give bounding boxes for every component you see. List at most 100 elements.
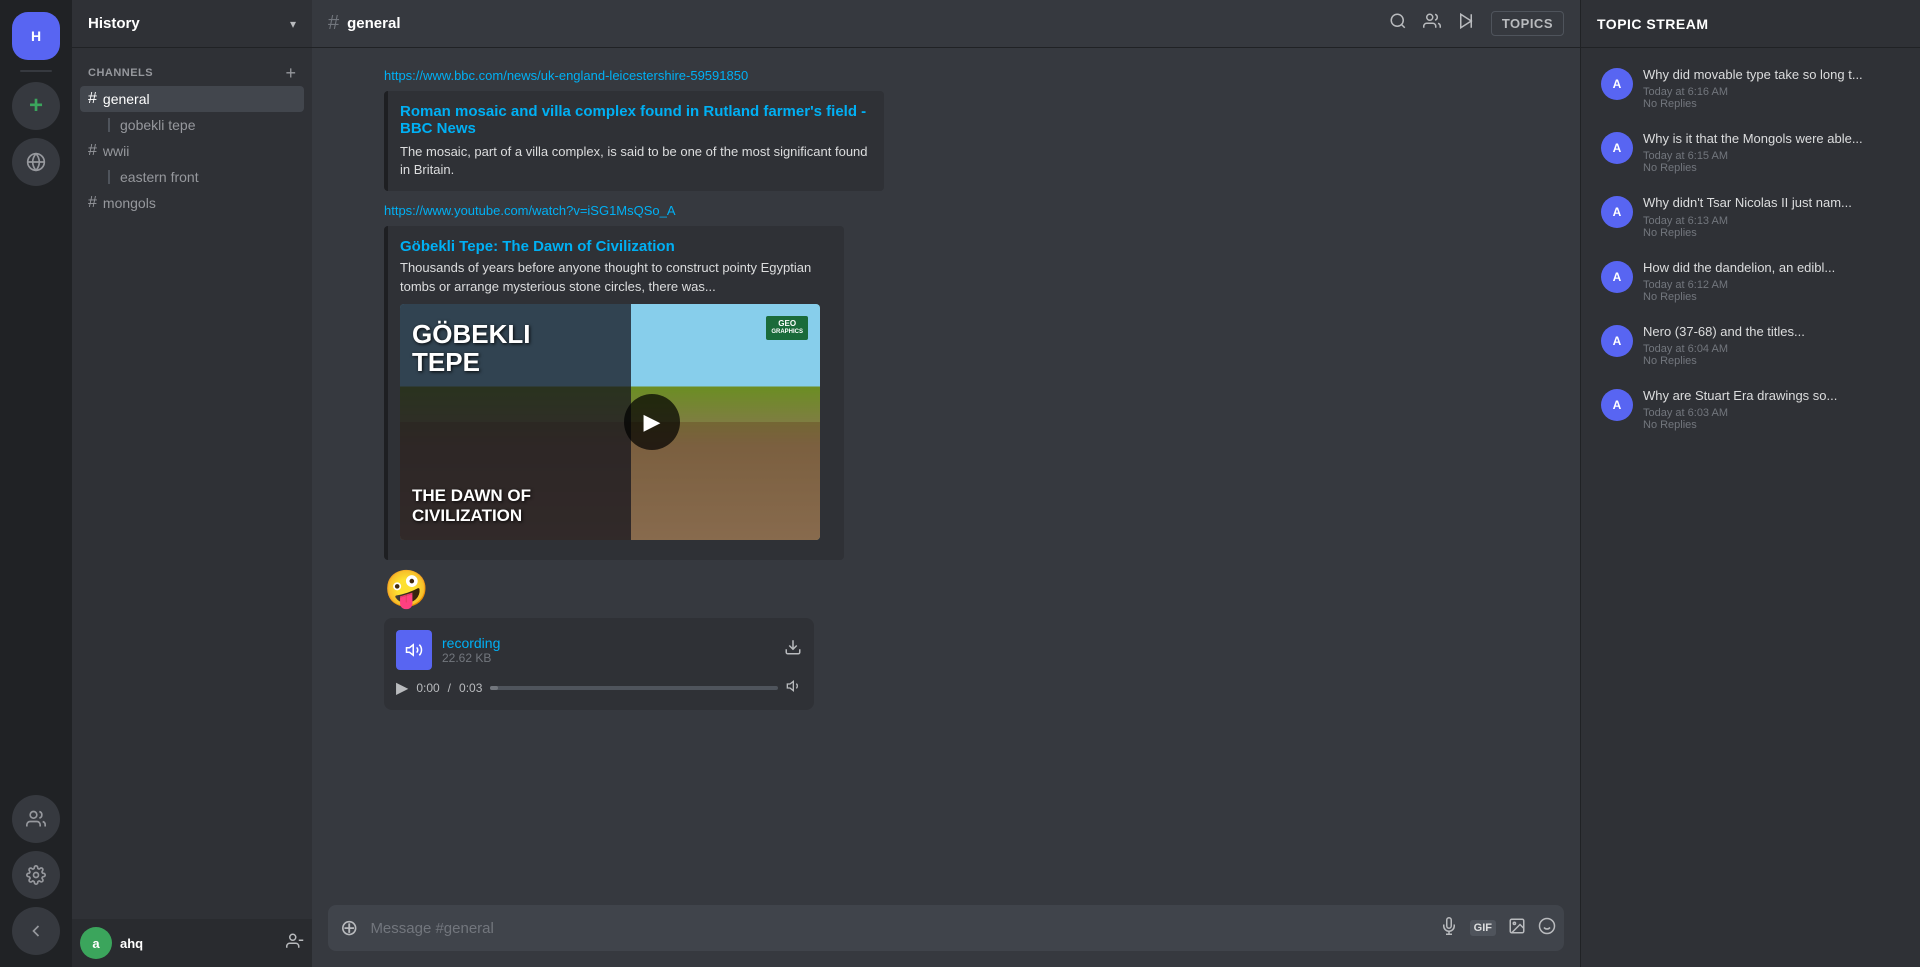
topic-question: Why are Stuart Era drawings so... — [1643, 387, 1900, 405]
topic-avatar: A — [1601, 68, 1633, 100]
topic-question: Why is it that the Mongols were able... — [1643, 130, 1900, 148]
server-title: History — [88, 15, 140, 32]
geo-badge-line2: GRAPHICS — [771, 329, 803, 337]
audio-controls: ▶ 0:00 / 0:03 — [396, 678, 802, 698]
topic-panel-header: TOPIC STREAM — [1581, 0, 1920, 48]
members-icon[interactable] — [1423, 12, 1441, 35]
video-title[interactable]: Göbekli Tepe: The Dawn of Civilization — [400, 238, 832, 255]
audio-file-icon — [396, 630, 432, 670]
user-avatar: a — [80, 927, 112, 959]
play-button[interactable]: ▶ — [624, 394, 680, 450]
audio-info: recording 22.62 KB — [442, 635, 774, 665]
channel-item-wwii[interactable]: # wwii — [80, 138, 304, 164]
topic-content: Why did movable type take so long t... T… — [1643, 66, 1900, 110]
thread-name-gobekli-tepe: gobekli tepe — [120, 117, 196, 133]
main-header: # general — [312, 0, 1580, 48]
sidebar: History ▾ CHANNELS + # general gobekli t… — [72, 0, 312, 967]
channel-name-mongols: mongols — [103, 195, 156, 211]
add-channel-button[interactable]: + — [285, 64, 296, 82]
video-subtitle-area: THE DAWN OF CIVILIZATION — [412, 486, 531, 526]
channels-section-header: CHANNELS + — [80, 64, 304, 82]
server-header[interactable]: History ▾ — [72, 0, 312, 48]
message-content: https://www.bbc.com/news/uk-england-leic… — [384, 68, 1564, 718]
gif-button[interactable]: GIF — [1470, 920, 1496, 936]
add-server-button[interactable]: + — [12, 82, 60, 130]
thread-name-eastern-front: eastern front — [120, 169, 199, 185]
add-attachment-button[interactable]: ⊕ — [336, 905, 362, 951]
topic-item[interactable]: A Why is it that the Mongols were able..… — [1585, 120, 1916, 184]
topic-meta: Today at 6:13 AM — [1643, 215, 1900, 227]
explore-icon[interactable] — [12, 138, 60, 186]
video-thumbnail[interactable]: GÖBEKLI TEPE THE DAWN OF CIVILIZATION ▶ — [400, 304, 820, 540]
thread-item-eastern-front[interactable]: eastern front — [80, 165, 304, 189]
audio-download-icon[interactable] — [784, 638, 802, 661]
topic-replies: No Replies — [1643, 355, 1900, 367]
topic-avatar: A — [1601, 325, 1633, 357]
topic-meta: Today at 6:15 AM — [1643, 150, 1900, 162]
video-title-line1: GÖBEKLI — [412, 320, 619, 349]
hash-icon: # — [88, 90, 97, 108]
message-input[interactable] — [370, 909, 1431, 948]
topics-button[interactable]: TOPICS — [1491, 11, 1564, 36]
thread-item-gobekli-tepe[interactable]: gobekli tepe — [80, 113, 304, 137]
topic-content: Why didn't Tsar Nicolas II just nam... T… — [1643, 194, 1900, 238]
sidebar-footer: a ahq — [72, 919, 312, 967]
server-icon-history[interactable]: H — [12, 12, 60, 60]
topic-question: Why did movable type take so long t... — [1643, 66, 1900, 84]
channels-section: CHANNELS + # general gobekli tepe # wwii… — [72, 48, 312, 221]
video-thumbnail-image: GÖBEKLI TEPE THE DAWN OF CIVILIZATION ▶ — [400, 304, 820, 540]
topic-avatar: A — [1601, 132, 1633, 164]
audio-progress-bar[interactable] — [490, 686, 778, 690]
audio-size: 22.62 KB — [442, 651, 774, 665]
chat-input-icons: GIF — [1440, 917, 1556, 940]
topic-replies: No Replies — [1643, 291, 1900, 303]
audio-volume-icon[interactable] — [786, 678, 802, 697]
topic-meta: Today at 6:16 AM — [1643, 86, 1900, 98]
channels-section-label: CHANNELS — [88, 67, 153, 79]
topic-stream-list: A Why did movable type take so long t...… — [1581, 48, 1920, 967]
geo-badge: GEO GRAPHICS — [766, 316, 808, 340]
icon-bar-divider — [20, 70, 52, 72]
channel-item-mongols[interactable]: # mongols — [80, 190, 304, 216]
topic-item[interactable]: A Nero (37-68) and the titles... Today a… — [1585, 313, 1916, 377]
emoji-picker-icon[interactable] — [1538, 917, 1556, 940]
audio-duration: 0:03 — [459, 681, 482, 695]
topic-replies: No Replies — [1643, 162, 1900, 174]
microphone-icon[interactable] — [1440, 917, 1458, 940]
topic-avatar: A — [1601, 196, 1633, 228]
topic-replies: No Replies — [1643, 98, 1900, 110]
navigate-back-icon[interactable] — [12, 907, 60, 955]
hash-icon: # — [88, 194, 97, 212]
bbc-link-title[interactable]: Roman mosaic and villa complex found in … — [400, 103, 872, 137]
file-upload-icon[interactable] — [1508, 917, 1526, 940]
topic-panel: TOPIC STREAM A Why did movable type take… — [1580, 0, 1920, 967]
topic-question: How did the dandelion, an edibl... — [1643, 259, 1900, 277]
topic-content: How did the dandelion, an edibl... Today… — [1643, 259, 1900, 303]
header-left: # general — [328, 12, 400, 35]
topic-content: Nero (37-68) and the titles... Today at … — [1643, 323, 1900, 367]
thread-line — [108, 118, 110, 132]
chat-input-area: ⊕ GIF — [312, 905, 1580, 967]
topic-item[interactable]: A How did the dandelion, an edibl... Tod… — [1585, 249, 1916, 313]
hash-icon: # — [88, 142, 97, 160]
search-icon[interactable] — [1389, 12, 1407, 35]
youtube-url[interactable]: https://www.youtube.com/watch?v=iSG1MsQS… — [384, 203, 1564, 218]
topic-item[interactable]: A Why didn't Tsar Nicolas II just nam...… — [1585, 184, 1916, 248]
audio-play-button[interactable]: ▶ — [396, 678, 408, 698]
audio-filename[interactable]: recording — [442, 635, 774, 651]
topic-item[interactable]: A Why did movable type take so long t...… — [1585, 56, 1916, 120]
bbc-link-url[interactable]: https://www.bbc.com/news/uk-england-leic… — [384, 68, 884, 83]
chevron-down-icon: ▾ — [290, 17, 296, 31]
channel-item-general[interactable]: # general — [80, 86, 304, 112]
bbc-link-desc: The mosaic, part of a villa complex, is … — [400, 144, 868, 177]
user-settings-icon[interactable] — [286, 932, 304, 955]
topic-content: Why is it that the Mongols were able... … — [1643, 130, 1900, 174]
thread-line — [108, 170, 110, 184]
topic-replies: No Replies — [1643, 419, 1900, 431]
audio-progress-fill — [490, 686, 498, 690]
topic-avatar: A — [1601, 389, 1633, 421]
activities-icon[interactable] — [1457, 12, 1475, 35]
settings-icon[interactable] — [12, 851, 60, 899]
friends-icon[interactable] — [12, 795, 60, 843]
topic-item[interactable]: A Why are Stuart Era drawings so... Toda… — [1585, 377, 1916, 441]
